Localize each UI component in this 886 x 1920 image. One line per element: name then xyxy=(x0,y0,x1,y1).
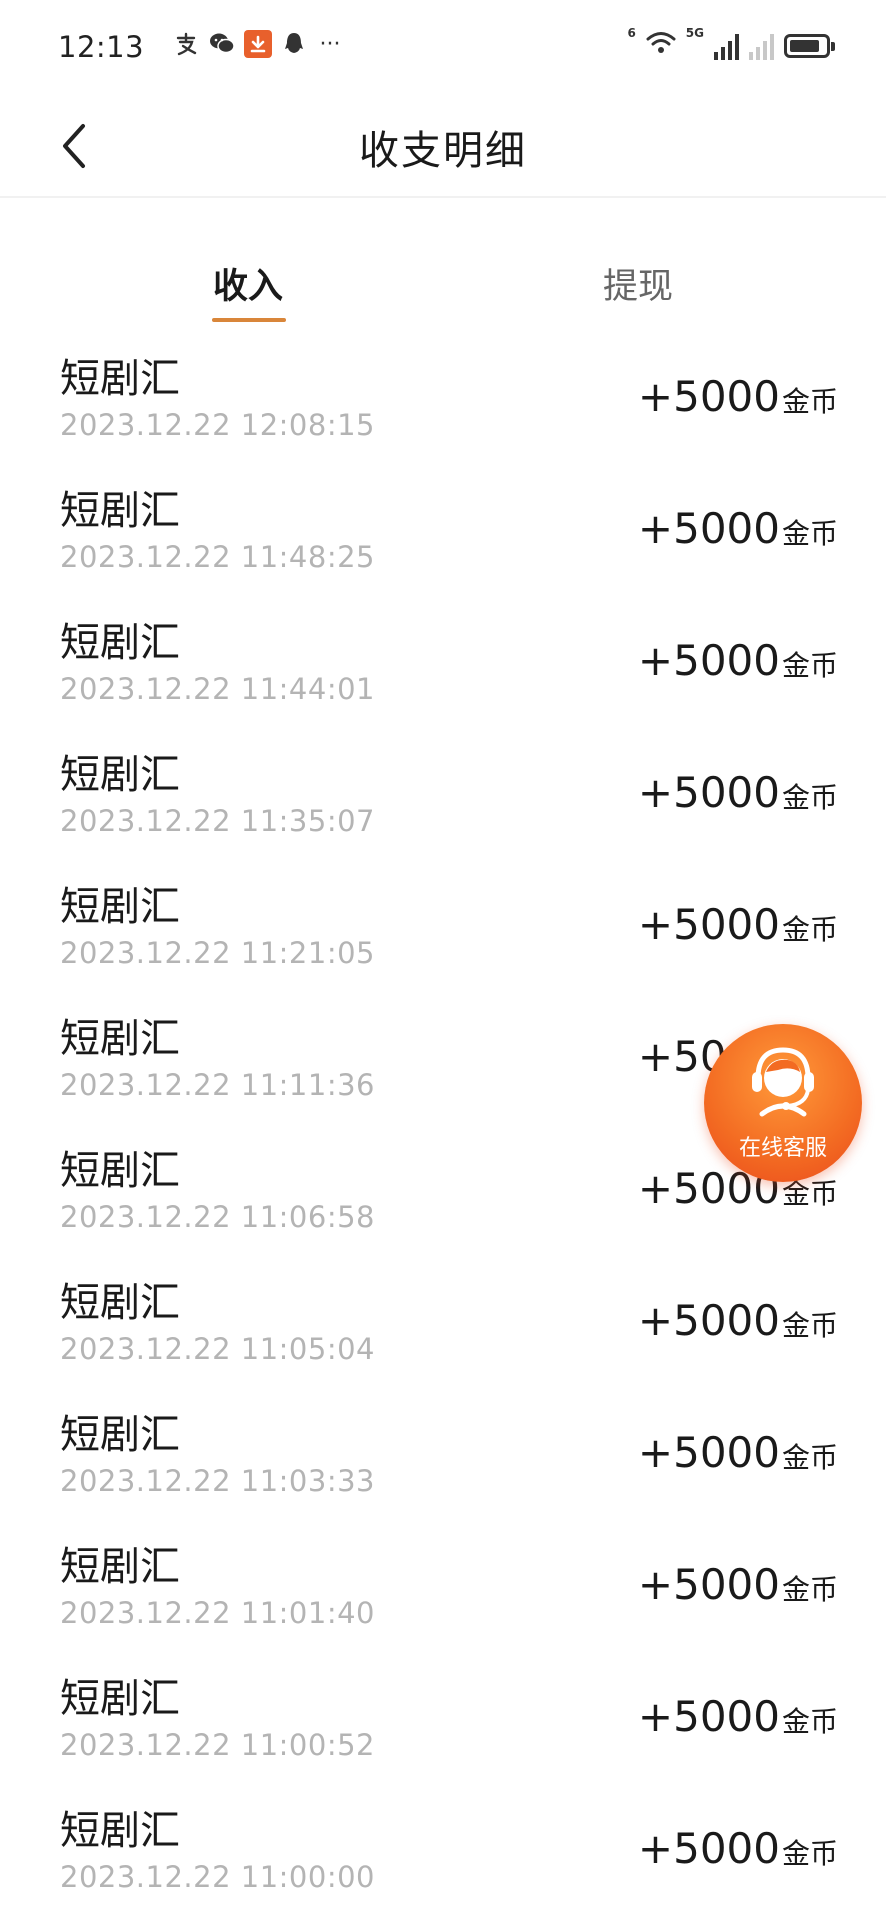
record-source: 短剧汇 xyxy=(60,752,180,798)
signal-icon xyxy=(714,32,739,60)
record-time: 2023.12.22 11:03:33 xyxy=(60,1464,376,1498)
amount-value: +5000 xyxy=(637,1692,780,1741)
amount-value: +5000 xyxy=(637,900,780,949)
amount-value: +5000 xyxy=(637,1296,780,1345)
amount-unit: 金币 xyxy=(781,385,838,418)
online-service-label: 在线客服 xyxy=(738,1136,827,1161)
record-row[interactable]: 短剧汇 2023.12.22 11:21:05 +5000 金币 xyxy=(0,864,886,996)
record-row[interactable]: 短剧汇 2023.12.22 11:00:52 +5000 金币 xyxy=(0,1656,886,1788)
record-source: 短剧汇 xyxy=(60,1280,180,1326)
amount-unit: 金币 xyxy=(781,1309,838,1342)
amount-unit: 金币 xyxy=(781,1705,838,1738)
wifi-icon xyxy=(646,30,676,60)
tab-active-indicator xyxy=(212,318,286,322)
wifi-tag: 6 xyxy=(627,26,636,40)
record-time: 2023.12.22 12:08:15 xyxy=(60,408,376,442)
notification-icons: ··· xyxy=(172,30,344,58)
record-time: 2023.12.22 11:21:05 xyxy=(60,936,376,970)
record-amount: +5000 金币 xyxy=(638,768,838,817)
record-source: 短剧汇 xyxy=(60,620,180,666)
amount-unit: 金币 xyxy=(781,1573,838,1606)
page-title: 收支明细 xyxy=(359,128,527,174)
record-time: 2023.12.22 11:06:58 xyxy=(60,1200,376,1234)
online-service-button[interactable]: 在线客服 xyxy=(704,1024,862,1182)
record-time: 2023.12.22 11:35:07 xyxy=(60,804,376,838)
record-amount: +5000 金币 xyxy=(638,1692,838,1741)
amount-unit: 金币 xyxy=(781,781,838,814)
amount-value: +5000 xyxy=(637,1428,780,1477)
amount-unit: 金币 xyxy=(781,1837,838,1870)
record-source: 短剧汇 xyxy=(60,1544,180,1590)
record-source: 短剧汇 xyxy=(60,1808,180,1854)
record-time: 2023.12.22 11:00:52 xyxy=(60,1728,376,1762)
wechat-icon xyxy=(208,30,236,58)
record-amount: +5000 金币 xyxy=(638,372,838,421)
record-row[interactable]: 短剧汇 2023.12.22 11:00:00 +5000 金币 xyxy=(0,1788,886,1920)
record-amount: +5000 金币 xyxy=(638,1296,838,1345)
amount-unit: 金币 xyxy=(781,1441,838,1474)
headset-agent-icon xyxy=(752,1047,814,1117)
record-time: 2023.12.22 11:00:00 xyxy=(60,1860,376,1894)
record-source: 短剧汇 xyxy=(60,1412,180,1458)
amount-unit: 金币 xyxy=(781,517,838,550)
record-time: 2023.12.22 11:05:04 xyxy=(60,1332,376,1366)
amount-value: +5000 xyxy=(637,372,780,421)
battery-level xyxy=(790,40,819,52)
amount-value: +5000 xyxy=(637,1560,780,1609)
record-amount: +5000 金币 xyxy=(638,1428,838,1477)
tab-income[interactable]: 收入 xyxy=(148,258,348,309)
qq-icon xyxy=(280,30,308,58)
alipay-icon xyxy=(172,30,200,58)
record-row[interactable]: 短剧汇 2023.12.22 11:01:40 +5000 金币 xyxy=(0,1524,886,1656)
amount-value: +5000 xyxy=(637,1824,780,1873)
amount-value: +5000 xyxy=(637,504,780,553)
record-row[interactable]: 短剧汇 2023.12.22 11:03:33 +5000 金币 xyxy=(0,1392,886,1524)
record-row[interactable]: 短剧汇 2023.12.22 11:48:25 +5000 金币 xyxy=(0,468,886,600)
download-icon xyxy=(244,30,272,58)
battery-icon xyxy=(784,34,835,58)
record-source: 短剧汇 xyxy=(60,1676,180,1722)
record-amount: +5000 金币 xyxy=(638,1560,838,1609)
record-amount: +5000 金币 xyxy=(638,504,838,553)
record-amount: +5000 金币 xyxy=(638,636,838,685)
amount-value: +5000 xyxy=(637,768,780,817)
record-time: 2023.12.22 11:01:40 xyxy=(60,1596,376,1630)
record-source: 短剧汇 xyxy=(60,356,180,402)
record-time: 2023.12.22 11:11:36 xyxy=(60,1068,376,1102)
record-time: 2023.12.22 11:48:25 xyxy=(60,540,376,574)
amount-value: +5000 xyxy=(637,636,780,685)
amount-unit: 金币 xyxy=(781,913,838,946)
record-row[interactable]: 短剧汇 2023.12.22 11:35:07 +5000 金币 xyxy=(0,732,886,864)
system-status-icons: 6 5G xyxy=(627,26,835,60)
record-amount: +5000 金币 xyxy=(638,900,838,949)
record-source: 短剧汇 xyxy=(60,488,180,534)
nav-header: 收支明细 xyxy=(0,100,886,198)
status-time: 12:13 xyxy=(58,30,145,64)
record-amount: +5000 金币 xyxy=(638,1824,838,1873)
tab-withdraw[interactable]: 提现 xyxy=(538,258,738,309)
record-source: 短剧汇 xyxy=(60,884,180,930)
record-row[interactable]: 短剧汇 2023.12.22 11:05:04 +5000 金币 xyxy=(0,1260,886,1392)
tab-bar: 收入 提现 xyxy=(0,250,886,328)
more-dots-icon: ··· xyxy=(319,31,341,57)
record-source: 短剧汇 xyxy=(60,1148,180,1194)
record-time: 2023.12.22 11:44:01 xyxy=(60,672,376,706)
record-source: 短剧汇 xyxy=(60,1016,180,1062)
amount-unit: 金币 xyxy=(781,649,838,682)
signal-off-icon xyxy=(749,32,774,60)
network-type-tag: 5G xyxy=(685,26,704,40)
status-bar: 12:13 ··· 6 5G xyxy=(0,0,886,100)
record-row[interactable]: 短剧汇 2023.12.22 11:44:01 +5000 金币 xyxy=(0,600,886,732)
record-row[interactable]: 短剧汇 2023.12.22 12:08:15 +5000 金币 xyxy=(0,336,886,468)
